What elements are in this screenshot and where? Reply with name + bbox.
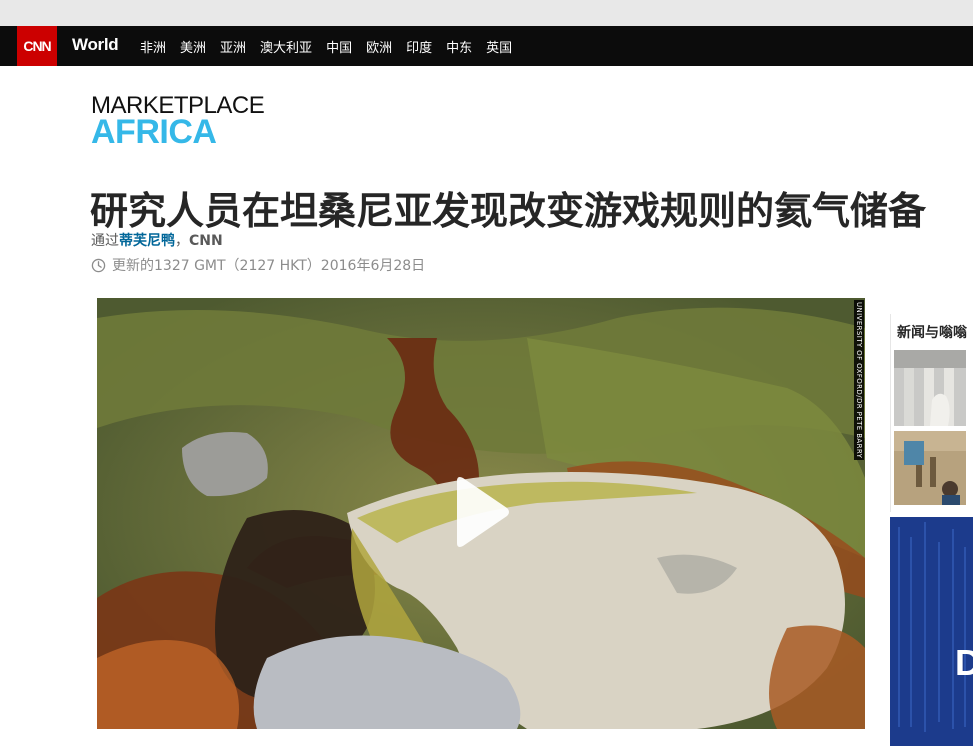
sidebar-thumbnail-statue[interactable]	[894, 350, 966, 426]
sidebar-title: 新闻与嗡嗡	[897, 325, 967, 341]
byline-source: CNN	[189, 233, 223, 249]
section-title-world[interactable]: World	[72, 35, 119, 55]
article-headline: 研究人员在坦桑尼亚发现改变游戏规则的氦气储备	[90, 189, 927, 233]
article-byline: 通过蒂芙尼鸭，CNN	[91, 230, 223, 250]
play-icon[interactable]	[453, 475, 511, 549]
advertisement-banner[interactable]	[890, 517, 973, 746]
browser-top-strip	[0, 0, 973, 26]
ad-image	[890, 517, 973, 746]
cnn-logo[interactable]: CNN	[17, 26, 57, 66]
byline-prefix: 通过	[91, 233, 119, 249]
byline-separator: ，	[175, 233, 189, 249]
ad-headline-letter: D	[955, 642, 973, 683]
article-timestamp: 更新的1327 GMT（2127 HKT）2016年6月28日	[91, 255, 425, 275]
photo-credit: UNIVERSITY OF OXFORD/DR PETE BARRY	[854, 300, 864, 461]
timestamp-text: 更新的1327 GMT（2127 HKT）2016年6月28日	[112, 258, 426, 274]
author-link[interactable]: 蒂芙尼鸭	[119, 233, 175, 249]
clock-icon	[91, 258, 106, 272]
statue-image	[894, 350, 966, 426]
top-navbar: CNN World 非洲 美洲 亚洲 澳大利亚 中国 欧洲 印度 中东 英国	[0, 26, 973, 66]
nav-item-europe[interactable]: 欧洲	[366, 37, 392, 56]
building-image	[894, 431, 966, 505]
nav-item-africa[interactable]: 非洲	[140, 37, 166, 56]
nav-item-india[interactable]: 印度	[406, 37, 432, 56]
nav-region-list: 非洲 美洲 亚洲 澳大利亚 中国 欧洲 印度 中东 英国	[140, 37, 526, 56]
nav-item-americas[interactable]: 美洲	[180, 37, 206, 56]
nav-item-china[interactable]: 中国	[326, 37, 352, 56]
nav-item-australia[interactable]: 澳大利亚	[260, 37, 312, 56]
sidebar-thumbnail-building[interactable]	[894, 431, 966, 505]
nav-item-middle-east[interactable]: 中东	[446, 37, 472, 56]
nav-item-uk[interactable]: 英国	[486, 37, 512, 56]
marketplace-africa-logo[interactable]: MARKETPLACE AFRICA	[91, 94, 265, 151]
nav-item-asia[interactable]: 亚洲	[220, 37, 246, 56]
brand-line-africa: AFRICA	[91, 113, 217, 151]
